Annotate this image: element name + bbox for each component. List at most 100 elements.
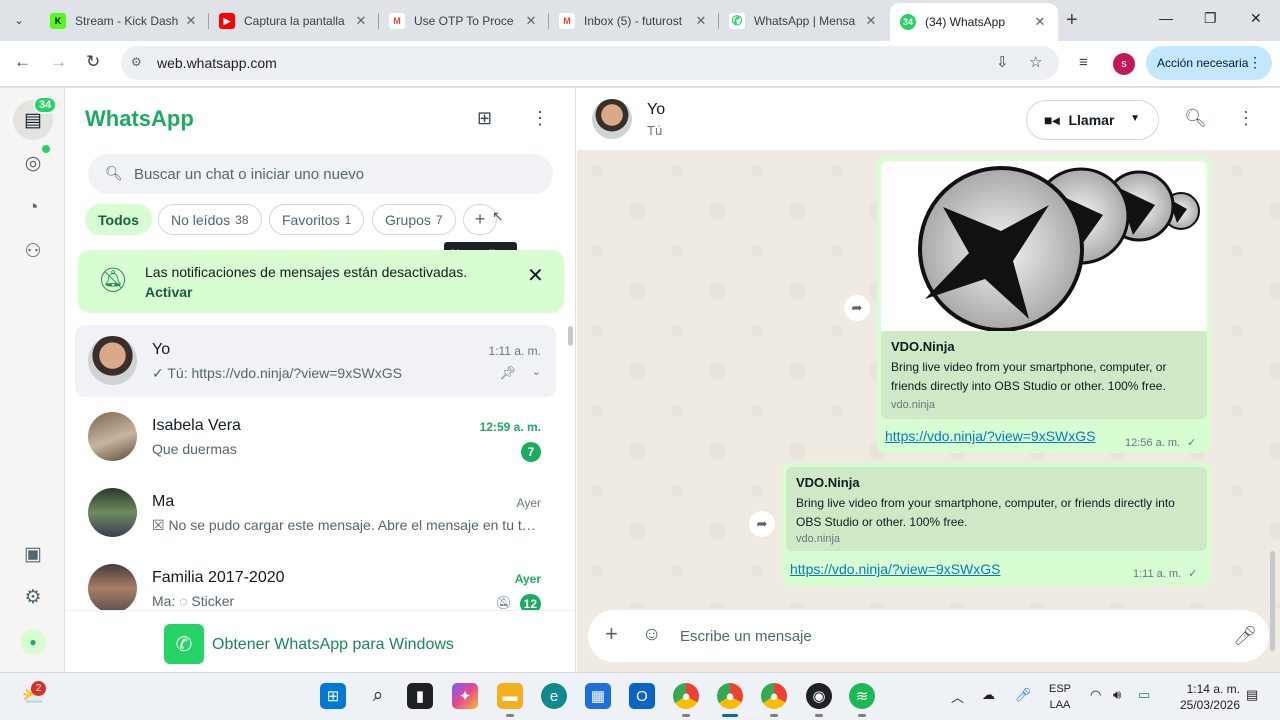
close-icon[interactable]: ✕: [693, 13, 709, 29]
file-explorer-icon[interactable]: ▬: [497, 683, 523, 709]
wifi-icon[interactable]: ◠: [1090, 687, 1101, 703]
profile-avatar[interactable]: s: [1113, 53, 1135, 75]
close-icon[interactable]: ✕: [523, 13, 539, 29]
tab-youtube[interactable]: ▶ Captura la pantalla ✕: [209, 5, 379, 37]
contact-name[interactable]: Yo: [647, 101, 665, 119]
profile-icon[interactable]: ●: [20, 629, 46, 655]
tab-gmail-inbox[interactable]: M Inbox (5) - futurost ✕: [549, 5, 719, 37]
clock-date: 25/03/2026: [1179, 698, 1240, 712]
close-icon[interactable]: ✕: [1032, 14, 1048, 30]
bookmark-star-icon[interactable]: ☆: [1029, 53, 1042, 71]
system-clock[interactable]: 1:14 a. m. 25/03/2026: [1178, 681, 1240, 713]
filter-count: 1: [344, 212, 352, 227]
link-preview-card[interactable]: VDO.Ninja Bring live video from your sma…: [786, 467, 1207, 551]
tab-search-icon[interactable]: ⌄: [8, 9, 30, 31]
close-icon[interactable]: ✕: [863, 13, 879, 29]
media-icon[interactable]: ▣: [20, 541, 46, 567]
chevron-up-icon[interactable]: ︿: [951, 687, 964, 706]
tab-gmail-otp[interactable]: M Use OTP To Proce ✕: [379, 5, 549, 37]
start-icon[interactable]: ⊞: [320, 683, 346, 709]
tab-whatsapp-site[interactable]: ✆ WhatsApp | Mensa ✕: [719, 5, 889, 37]
spotify-icon[interactable]: ≋: [849, 683, 875, 709]
tab-whatsapp-web[interactable]: 34 (34) WhatsApp ✕: [890, 3, 1058, 41]
chat-row[interactable]: Ma Ayer ☒ No se pudo cargar este mensaje…: [75, 477, 556, 549]
running-indicator: [815, 714, 823, 717]
get-windows-app-banner[interactable]: ✆ Obtener WhatsApp para Windows: [65, 610, 575, 672]
install-app-icon[interactable]: ⇩: [996, 53, 1009, 71]
menu-kebab-icon[interactable]: ⋮: [1237, 108, 1255, 129]
message-bubble[interactable]: VDO.Ninja Bring live video from your sma…: [782, 463, 1211, 586]
new-chat-icon[interactable]: ⊞: [477, 108, 492, 129]
obs-icon[interactable]: ◉: [806, 683, 832, 709]
url-text[interactable]: web.whatsapp.com: [157, 55, 277, 71]
microphone-icon[interactable]: 🎤︎: [1015, 687, 1032, 703]
new-tab-icon[interactable]: +: [1066, 10, 1078, 30]
store-icon[interactable]: ▦: [585, 683, 611, 709]
filter-count: 7: [435, 212, 443, 227]
contact-avatar[interactable]: [592, 99, 632, 139]
task-view-icon[interactable]: ▮: [407, 683, 433, 709]
message-input[interactable]: [680, 610, 1220, 662]
site-info-icon[interactable]: ⚙: [131, 55, 142, 69]
chat-row[interactable]: Yo 1:11 a. m. ✓ Tú: https://vdo.ninja/?v…: [75, 325, 556, 397]
chrome-icon[interactable]: ●: [761, 683, 787, 709]
chrome-icon[interactable]: ●: [717, 683, 743, 709]
status-icon[interactable]: ◎: [20, 150, 46, 176]
close-icon[interactable]: ✕: [353, 13, 369, 29]
conversation-header[interactable]: Yo Tú ■◂ Llamar ▼ 🔍︎ ⋮: [577, 88, 1280, 151]
close-icon[interactable]: ✕: [183, 13, 199, 29]
close-window-icon[interactable]: ✕: [1250, 10, 1262, 27]
tab-kick[interactable]: K Stream - Kick Dash ✕: [40, 5, 209, 37]
filter-favorites[interactable]: Favoritos 1: [269, 204, 365, 235]
reload-icon[interactable]: ↻: [86, 52, 100, 72]
caret-down-icon[interactable]: ▼: [1130, 113, 1140, 124]
channels-icon[interactable]: ◔: [20, 195, 46, 221]
search-box[interactable]: 🔍︎: [88, 154, 553, 194]
message-bubble[interactable]: VDO.Ninja Bring live video from your sma…: [877, 157, 1211, 453]
chevron-down-icon[interactable]: ⌄: [532, 365, 541, 378]
search-icon[interactable]: ⌕: [365, 683, 391, 709]
cloud-icon[interactable]: ☁: [982, 687, 995, 703]
forward-icon[interactable]: →: [50, 52, 67, 72]
link-preview-image[interactable]: [881, 161, 1207, 331]
attach-plus-icon[interactable]: +: [605, 621, 618, 647]
forward-icon[interactable]: ➦: [749, 511, 775, 537]
microphone-icon[interactable]: 🎤︎: [1233, 624, 1257, 648]
close-icon[interactable]: ✕: [527, 263, 544, 288]
battery-icon[interactable]: ▭: [1138, 687, 1150, 703]
get-windows-app-link[interactable]: Obtener WhatsApp para Windows: [212, 636, 454, 654]
chrome-icon[interactable]: ●: [673, 683, 699, 709]
kebab-menu-icon[interactable]: ⋮: [1248, 54, 1262, 71]
forward-icon[interactable]: ➦: [844, 295, 870, 321]
menu-kebab-icon[interactable]: ⋮: [531, 108, 549, 129]
chat-list-scrollbar[interactable]: [568, 326, 573, 346]
call-button[interactable]: ■◂ Llamar ▼: [1026, 100, 1159, 140]
communities-icon[interactable]: ⚇: [20, 238, 46, 264]
copilot-icon[interactable]: ✦: [452, 683, 478, 709]
settings-gear-icon[interactable]: ⚙: [20, 584, 46, 610]
whatsapp-app: ▤ 34 ◎ ◔ ⚇ ▣ ⚙ ● WhatsApp ⊞ ⋮ 🔍︎ Todos N…: [0, 88, 1280, 672]
minimize-icon[interactable]: —: [1159, 10, 1173, 26]
address-bar[interactable]: ⚙ web.whatsapp.com ⇩ ☆: [121, 46, 1059, 80]
action-needed-button[interactable]: Acción necesaria ⋮: [1146, 46, 1272, 80]
filter-all[interactable]: Todos: [85, 204, 152, 235]
sticker-icon[interactable]: ☺: [642, 624, 661, 646]
message-link[interactable]: https://vdo.ninja/?view=9xSWxGS: [790, 561, 1001, 577]
search-input[interactable]: [134, 154, 534, 194]
notifications-icon[interactable]: ▤: [1246, 687, 1258, 703]
link-preview-card[interactable]: VDO.Ninja Bring live video from your sma…: [881, 331, 1207, 419]
volume-icon[interactable]: 🔊︎: [1113, 687, 1121, 703]
media-control-icon[interactable]: ≡: [1079, 54, 1088, 71]
restore-icon[interactable]: ❐: [1204, 10, 1217, 27]
enable-notifications-link[interactable]: Activar: [145, 284, 192, 300]
search-icon[interactable]: 🔍︎: [1184, 108, 1207, 129]
outlook-icon[interactable]: O: [629, 683, 655, 709]
chat-row[interactable]: Isabela Vera 12:59 a. m. Que duermas 7: [75, 401, 556, 473]
filter-unread[interactable]: No leídos 38: [158, 204, 262, 235]
edge-icon[interactable]: e: [541, 683, 567, 709]
filter-groups[interactable]: Grupos 7: [372, 204, 456, 235]
back-icon[interactable]: ←: [14, 52, 31, 72]
conversation-scrollbar[interactable]: [1270, 551, 1275, 651]
input-language[interactable]: ESP LAA: [1046, 681, 1074, 713]
message-link[interactable]: https://vdo.ninja/?view=9xSWxGS: [885, 428, 1096, 444]
